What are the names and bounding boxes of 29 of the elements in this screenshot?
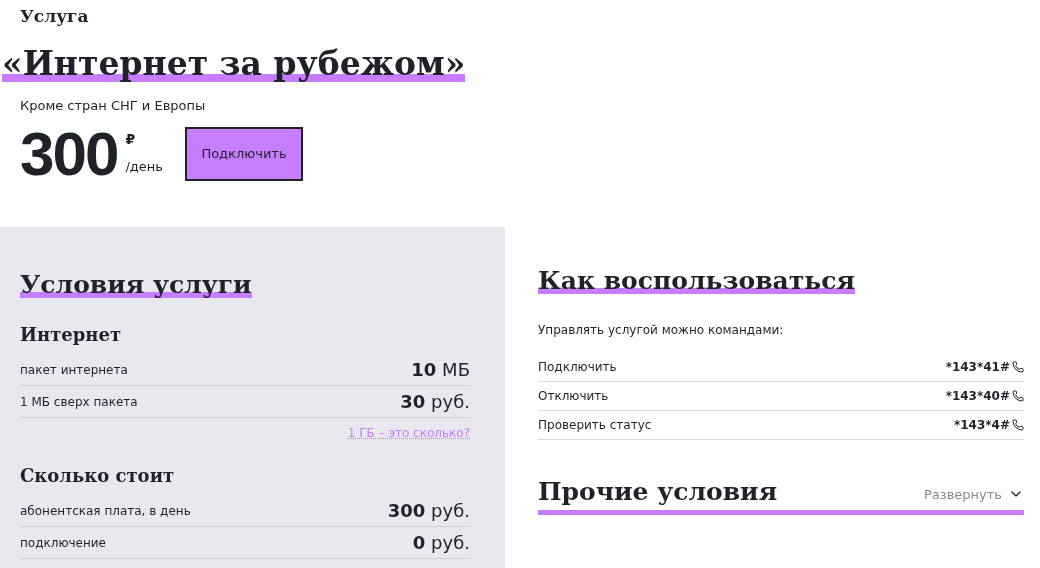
phone-icon xyxy=(1012,361,1024,373)
price-period: /день xyxy=(125,158,163,177)
row-value: 10 МБ xyxy=(411,358,470,382)
command-code: *143*41# xyxy=(945,359,1010,376)
command-code: *143*40# xyxy=(945,388,1010,405)
eyebrow-label: Услуга xyxy=(20,5,89,28)
price-amount: 300 xyxy=(20,123,118,185)
info-link[interactable]: 1 ГБ – это сколько? xyxy=(347,424,470,442)
command-label: Подключить xyxy=(538,359,617,376)
phone-icon xyxy=(1012,419,1024,431)
row-value: 30 руб. xyxy=(400,390,470,414)
row-label: подключение xyxy=(20,534,106,552)
row-label: 1 МБ сверх пакета xyxy=(20,393,138,411)
connect-button[interactable]: Подключить xyxy=(185,127,303,181)
subtitle: Кроме стран СНГ и Европы xyxy=(20,96,206,115)
row-value: 300 руб. xyxy=(387,499,470,523)
group-title: Сколько стоит xyxy=(20,464,175,488)
row-label: пакет интернета xyxy=(20,361,128,379)
section-title: Прочие условия xyxy=(538,476,778,508)
group-title: Интернет xyxy=(20,323,122,347)
instructions-text: Управлять услугой можно командами: xyxy=(538,322,784,339)
row-value: 0 руб. xyxy=(412,531,470,555)
row-label: абонентская плата, в день xyxy=(20,502,191,520)
phone-icon xyxy=(1012,390,1024,402)
command-label: Проверить статус xyxy=(538,417,652,434)
command-code: *143*4# xyxy=(954,417,1010,434)
command-label: Отключить xyxy=(538,388,609,405)
expand-toggle[interactable]: Развернуть xyxy=(923,484,1024,504)
currency-sign: ₽ xyxy=(125,131,136,148)
